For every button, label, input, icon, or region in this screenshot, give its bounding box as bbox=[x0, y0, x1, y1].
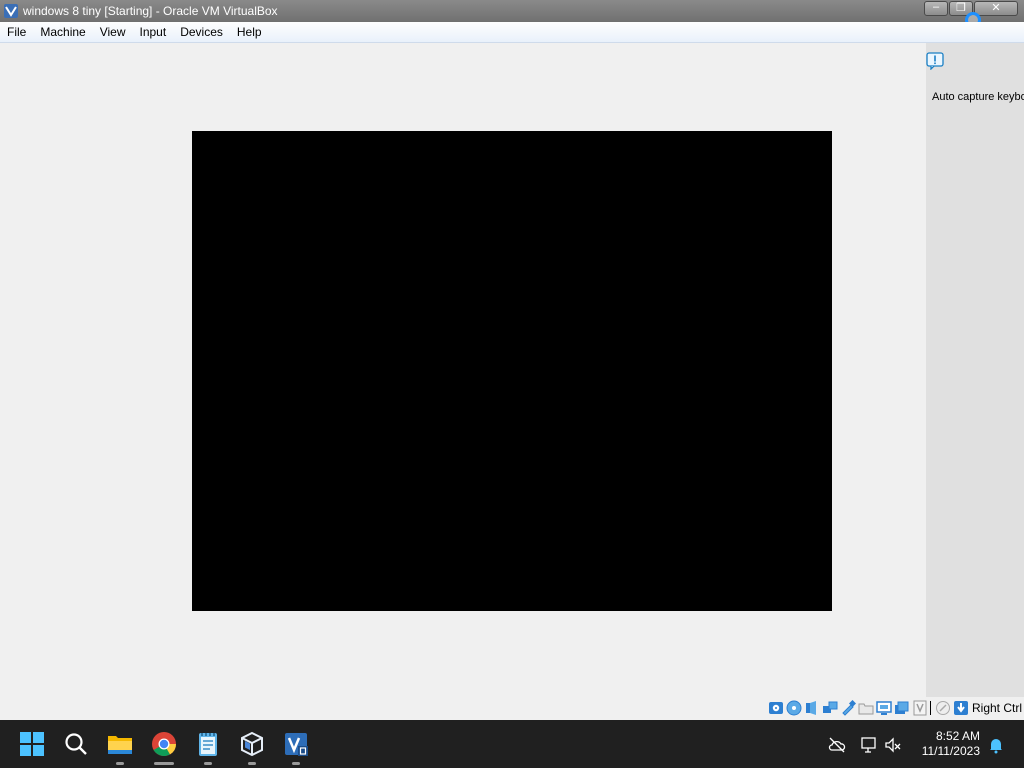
virtualization-icon[interactable] bbox=[912, 700, 928, 716]
windows-taskbar: 8:52 AM 11/11/2023 bbox=[0, 720, 1024, 768]
menu-input[interactable]: Input bbox=[133, 22, 174, 42]
file-explorer-icon bbox=[108, 736, 132, 754]
display-icon[interactable] bbox=[876, 700, 892, 716]
clock-time: 8:52 AM bbox=[935, 729, 980, 743]
cloud-offline-icon[interactable] bbox=[828, 736, 846, 754]
search-icon bbox=[65, 733, 87, 755]
running-indicator bbox=[292, 762, 300, 765]
window-titlebar[interactable]: windows 8 tiny [Starting] - Oracle VM Vi… bbox=[0, 0, 1024, 22]
auto-capture-keyboard-notice: Auto capture keybo bbox=[932, 91, 1024, 103]
virtualbox-app-icon[interactable] bbox=[3, 3, 19, 19]
vm-statusbar: Right Ctrl bbox=[0, 697, 1024, 720]
usb-icon[interactable] bbox=[840, 700, 856, 716]
optical-drive-icon[interactable] bbox=[786, 700, 802, 716]
network-status-icon[interactable] bbox=[860, 736, 878, 754]
mouse-integration-icon[interactable] bbox=[935, 700, 951, 716]
audio-icon[interactable] bbox=[804, 700, 820, 716]
info-notice-icon[interactable] bbox=[926, 52, 944, 70]
running-indicator bbox=[116, 762, 124, 765]
menu-view[interactable]: View bbox=[93, 22, 133, 42]
window-title: windows 8 tiny [Starting] - Oracle VM Vi… bbox=[23, 4, 278, 18]
vm-display-area[interactable] bbox=[0, 43, 926, 697]
running-indicator bbox=[204, 762, 212, 765]
vm-windows8-icon bbox=[285, 733, 308, 756]
shared-folders-icon[interactable] bbox=[858, 700, 874, 716]
menu-help[interactable]: Help bbox=[230, 22, 269, 42]
menubar: File Machine View Input Devices Help bbox=[0, 22, 1024, 43]
taskbar-clock[interactable]: 8:52 AM 11/11/2023 bbox=[910, 729, 980, 759]
close-button[interactable]: ✕ bbox=[974, 1, 1018, 16]
search-button[interactable] bbox=[60, 728, 92, 760]
menu-devices[interactable]: Devices bbox=[173, 22, 230, 42]
notepad-button[interactable] bbox=[192, 728, 224, 765]
volume-muted-icon[interactable] bbox=[884, 736, 902, 754]
clock-date: 11/11/2023 bbox=[921, 744, 980, 758]
minimize-button[interactable]: – bbox=[924, 1, 948, 16]
active-indicator bbox=[154, 762, 174, 765]
vm-screen[interactable] bbox=[192, 131, 832, 611]
chrome-icon bbox=[152, 732, 176, 757]
notification-panel: Auto capture keybo bbox=[926, 43, 1024, 697]
network-icon[interactable] bbox=[822, 700, 838, 716]
hard-disk-icon[interactable] bbox=[768, 700, 784, 716]
notepad-icon bbox=[199, 733, 217, 756]
start-button[interactable] bbox=[16, 728, 48, 760]
minimize-icon: – bbox=[932, 1, 940, 13]
notification-bell-icon[interactable] bbox=[987, 736, 1005, 754]
chrome-button[interactable] bbox=[148, 728, 180, 765]
vm-windows8-button[interactable] bbox=[280, 728, 312, 765]
start-icon bbox=[20, 732, 44, 756]
menu-machine[interactable]: Machine bbox=[33, 22, 92, 42]
statusbar-separator bbox=[929, 701, 933, 715]
close-icon: ✕ bbox=[991, 2, 1001, 14]
running-indicator bbox=[248, 762, 256, 765]
keyboard-capture-icon[interactable] bbox=[953, 700, 969, 716]
virtualbox-icon bbox=[241, 731, 263, 757]
virtualbox-button[interactable] bbox=[236, 728, 268, 765]
menu-file[interactable]: File bbox=[0, 22, 33, 42]
host-key-label: Right Ctrl bbox=[971, 701, 1022, 715]
file-explorer-button[interactable] bbox=[104, 728, 136, 765]
video-capture-icon[interactable] bbox=[894, 700, 910, 716]
